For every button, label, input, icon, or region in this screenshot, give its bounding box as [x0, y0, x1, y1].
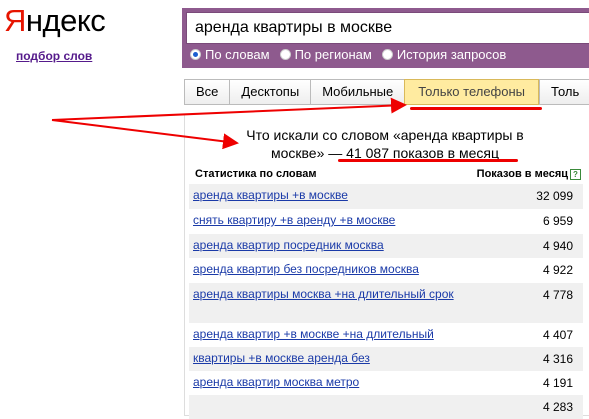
- tab-all[interactable]: Все: [184, 79, 230, 105]
- search-mode-radios: По словам По регионам История запросов: [190, 47, 506, 62]
- query-link[interactable]: аренда квартир посредник москва: [193, 238, 463, 253]
- query-link[interactable]: аренда квартиры москва +на длительный ср…: [193, 287, 463, 302]
- help-icon[interactable]: ?: [570, 168, 581, 180]
- query-link[interactable]: аренда квартиры +в москве: [193, 188, 463, 203]
- col-header-count-label: Показов в месяц: [476, 168, 568, 180]
- table-row: снять квартиру +в аренду +в москве 6 959: [189, 209, 583, 234]
- col-header-query: Статистика по словам: [195, 168, 317, 180]
- impressions-count: 4 407: [542, 328, 573, 342]
- radio-label: История запросов: [396, 47, 507, 62]
- query-link[interactable]: снять квартиру +в аренду +в москве: [193, 213, 463, 228]
- impressions-count: 4 283: [542, 400, 573, 414]
- logo-first-letter: Я: [4, 3, 26, 38]
- query-link[interactable]: аренда квартир москва метро: [193, 375, 463, 390]
- query-link[interactable]: аренда квартир без посредников москва: [193, 262, 463, 277]
- radio-by-regions[interactable]: По регионам: [279, 47, 372, 62]
- query-link[interactable]: квартиры +в москве аренда без: [193, 351, 463, 366]
- results-table: аренда квартиры +в москве 32 099 снять кв…: [189, 184, 583, 419]
- impressions-count: 4 316: [542, 352, 573, 366]
- table-row: аренда квартиры москва +на длительный ср…: [189, 283, 583, 323]
- tab-tablets[interactable]: Толь: [539, 79, 589, 105]
- table-row: 4 283: [189, 395, 583, 419]
- radio-label: По словам: [205, 47, 270, 62]
- table-row: аренда квартир москва метро 4 191: [189, 371, 583, 395]
- impressions-count: 4 778: [542, 288, 573, 302]
- logo-rest: ндекс: [25, 3, 106, 38]
- impressions-count: 4 940: [542, 239, 573, 253]
- headline-highlight-underline: [338, 159, 518, 162]
- headline-line1: Что искали со словом «аренда квартиры в: [246, 127, 524, 143]
- tab-desktops[interactable]: Десктопы: [229, 79, 311, 105]
- radio-label: По регионам: [294, 47, 372, 62]
- tab-highlight-underline: [410, 107, 542, 110]
- impressions-count: 4 191: [542, 376, 573, 390]
- table-row: аренда квартиры +в москве 32 099: [189, 184, 583, 209]
- radio-history[interactable]: История запросов: [381, 47, 507, 62]
- impressions-count: 4 922: [542, 263, 573, 277]
- results-headline: Что искали со словом «аренда квартиры в …: [185, 126, 585, 162]
- wordstat-link[interactable]: подбор слов: [16, 49, 92, 63]
- device-tabs: Все Десктопы Мобильные Только телефоны Т…: [184, 79, 589, 105]
- tab-phones-only[interactable]: Только телефоны: [404, 79, 540, 105]
- impressions-count: 32 099: [536, 189, 573, 203]
- radio-selected-icon: [190, 49, 201, 60]
- table-row: аренда квартир +в москве +на длительный 4…: [189, 323, 583, 347]
- table-row: аренда квартир без посредников москва 4 9…: [189, 258, 583, 283]
- radio-by-words[interactable]: По словам: [190, 47, 270, 62]
- yandex-logo[interactable]: Яндекс: [4, 3, 106, 39]
- tab-mobile[interactable]: Мобильные: [310, 79, 405, 105]
- search-input[interactable]: аренда квартиры в москве: [186, 12, 589, 44]
- table-row: аренда квартир посредник москва 4 940: [189, 234, 583, 258]
- col-header-count: Показов в месяц?: [477, 168, 581, 180]
- table-row: квартиры +в москве аренда без 4 316: [189, 347, 583, 371]
- headline-line2-start: москве» —: [270, 145, 347, 161]
- radio-unselected-icon: [381, 49, 393, 60]
- query-link[interactable]: аренда квартир +в москве +на длительный: [193, 327, 463, 342]
- radio-unselected-icon: [279, 49, 291, 60]
- impressions-count: 6 959: [542, 214, 573, 228]
- search-bar: аренда квартиры в москве По словам По ре…: [182, 8, 589, 68]
